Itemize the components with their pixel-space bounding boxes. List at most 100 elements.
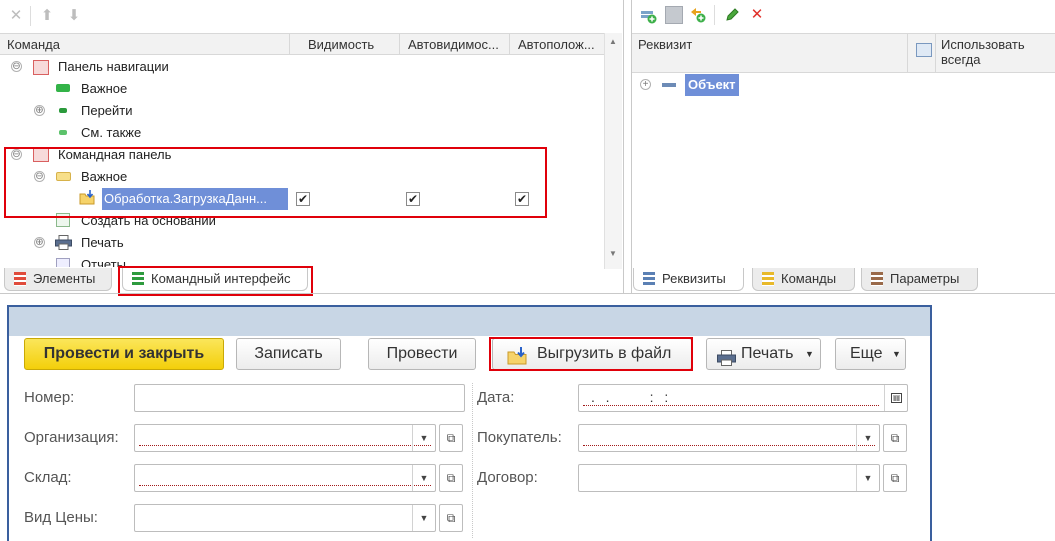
expand-icon[interactable]: ⊕ (34, 237, 45, 248)
attribute-object[interactable]: Объект (685, 74, 739, 96)
required-underline (139, 485, 431, 486)
printer-icon (55, 235, 72, 250)
calendar-icon[interactable] (884, 385, 907, 411)
navigation-panel-icon (33, 60, 49, 75)
highlight-box-command-interface-tab (118, 266, 313, 296)
attributes-icon (643, 272, 655, 286)
post-button[interactable]: Провести (368, 338, 476, 370)
tree-scrollbar[interactable]: ▲ ▼ (604, 33, 622, 269)
open-buyer-button[interactable]: ⧉ (883, 424, 907, 452)
contract-field[interactable]: ▼ (578, 464, 880, 492)
object-icon (662, 83, 676, 87)
add-table-icon[interactable] (665, 6, 683, 24)
organization-label: Организация: (24, 429, 119, 446)
group-see-also-icon (59, 130, 67, 135)
delete-icon[interactable]: ✕ (749, 7, 765, 23)
attributes-table-header: Реквизит Использовать всегда (632, 33, 1055, 73)
required-underline (583, 445, 875, 446)
tab-parameters-label: Параметры (890, 271, 960, 286)
scroll-down-icon[interactable]: ▼ (609, 249, 617, 258)
date-mask: . . : : (591, 389, 670, 405)
chevron-down-icon[interactable]: ▼ (412, 425, 435, 451)
open-contract-button[interactable]: ⧉ (883, 464, 907, 492)
edit-pencil-icon[interactable] (724, 7, 740, 23)
expand-icon[interactable]: ⊕ (34, 105, 45, 116)
delete-icon[interactable]: ✕ (8, 8, 24, 24)
tab-parameters[interactable]: Параметры (861, 268, 978, 291)
form-title-bar (9, 307, 930, 336)
post-and-close-button[interactable]: Провести и закрыть (24, 338, 224, 370)
chevron-down-icon[interactable]: ▼ (412, 505, 435, 531)
tab-elements-label: Элементы (33, 271, 96, 286)
highlight-box-command-panel (4, 147, 547, 218)
commands-table-header: Команда Видимость Автовидимос... Автопол… (0, 33, 604, 55)
column-separator (472, 383, 473, 538)
panel-divider (0, 293, 1055, 294)
price-type-field[interactable]: ▼ (134, 504, 436, 532)
column-attribute[interactable]: Реквизит (638, 37, 692, 52)
price-type-label: Вид Цены: (24, 509, 98, 526)
elements-icon (14, 272, 26, 286)
move-up-icon[interactable]: ⬆ (39, 8, 55, 24)
column-divider (509, 34, 510, 55)
column-divider (399, 34, 400, 55)
buyer-label: Покупатель: (477, 429, 562, 446)
required-underline (583, 405, 879, 406)
open-price-type-button[interactable]: ⧉ (439, 504, 463, 532)
column-divider (289, 34, 290, 55)
column-divider (935, 34, 936, 73)
reports-icon (56, 258, 70, 267)
tree-item-see-also[interactable]: См. также (81, 122, 141, 144)
tab-elements[interactable]: Элементы (4, 268, 112, 291)
tab-attributes[interactable]: Реквизиты (633, 268, 744, 291)
chevron-down-icon[interactable]: ▼ (856, 465, 879, 491)
date-field[interactable]: . . : : (578, 384, 908, 412)
chevron-down-icon[interactable]: ▼ (856, 425, 879, 451)
toolbar-divider (30, 6, 31, 26)
column-visibility[interactable]: Видимость (308, 37, 396, 52)
document-form-preview: Провести и закрыть Записать Провести Выг… (7, 305, 932, 541)
chevron-down-icon: ▼ (892, 349, 901, 359)
tree-item-print[interactable]: Печать (81, 232, 124, 254)
column-use-always[interactable]: Использовать всегда (941, 37, 1041, 67)
more-label: Еще (850, 345, 883, 362)
group-important-icon (56, 84, 70, 92)
expand-icon[interactable]: + (640, 79, 651, 90)
date-label: Дата: (477, 389, 515, 406)
open-warehouse-button[interactable]: ⧉ (439, 464, 463, 492)
column-divider (907, 34, 908, 73)
scroll-up-icon[interactable]: ▲ (609, 37, 617, 46)
group-goto-icon (59, 108, 67, 113)
write-button[interactable]: Записать (236, 338, 341, 370)
use-always-icon (916, 43, 932, 57)
number-label: Номер: (24, 389, 75, 406)
more-button[interactable]: Еще ▼ (835, 338, 906, 370)
chevron-down-icon: ▼ (805, 349, 814, 359)
tree-item-navigation-panel[interactable]: Панель навигации (58, 56, 169, 78)
chevron-down-icon[interactable]: ▼ (412, 465, 435, 491)
attributes-panel: ✕ Реквизит Использовать всегда + Объект … (631, 0, 1055, 293)
collapse-icon[interactable]: ⊖ (11, 61, 22, 72)
parameters-icon (871, 272, 883, 286)
number-field[interactable] (134, 384, 465, 412)
open-organization-button[interactable]: ⧉ (439, 424, 463, 452)
warehouse-label: Склад: (24, 469, 72, 486)
add-column-icon[interactable] (689, 6, 707, 24)
required-underline (139, 445, 431, 446)
column-autovisibility[interactable]: Автовидимос... (408, 37, 508, 52)
print-button[interactable]: Печать ▼ (706, 338, 821, 370)
buyer-field[interactable]: ▼ (578, 424, 880, 452)
move-down-icon[interactable]: ⬇ (66, 8, 82, 24)
tree-item-goto[interactable]: Перейти (81, 100, 133, 122)
column-command[interactable]: Команда (7, 37, 277, 52)
commands-icon (762, 272, 774, 286)
tab-commands[interactable]: Команды (752, 268, 855, 291)
warehouse-field[interactable]: ▼ (134, 464, 436, 492)
add-attribute-icon[interactable] (640, 8, 657, 24)
printer-icon (717, 347, 736, 366)
column-autoposition[interactable]: Автополож... (518, 37, 600, 52)
contract-label: Договор: (477, 469, 538, 486)
tab-commands-label: Команды (781, 271, 837, 286)
organization-field[interactable]: ▼ (134, 424, 436, 452)
tree-item-important[interactable]: Важное (81, 78, 127, 100)
